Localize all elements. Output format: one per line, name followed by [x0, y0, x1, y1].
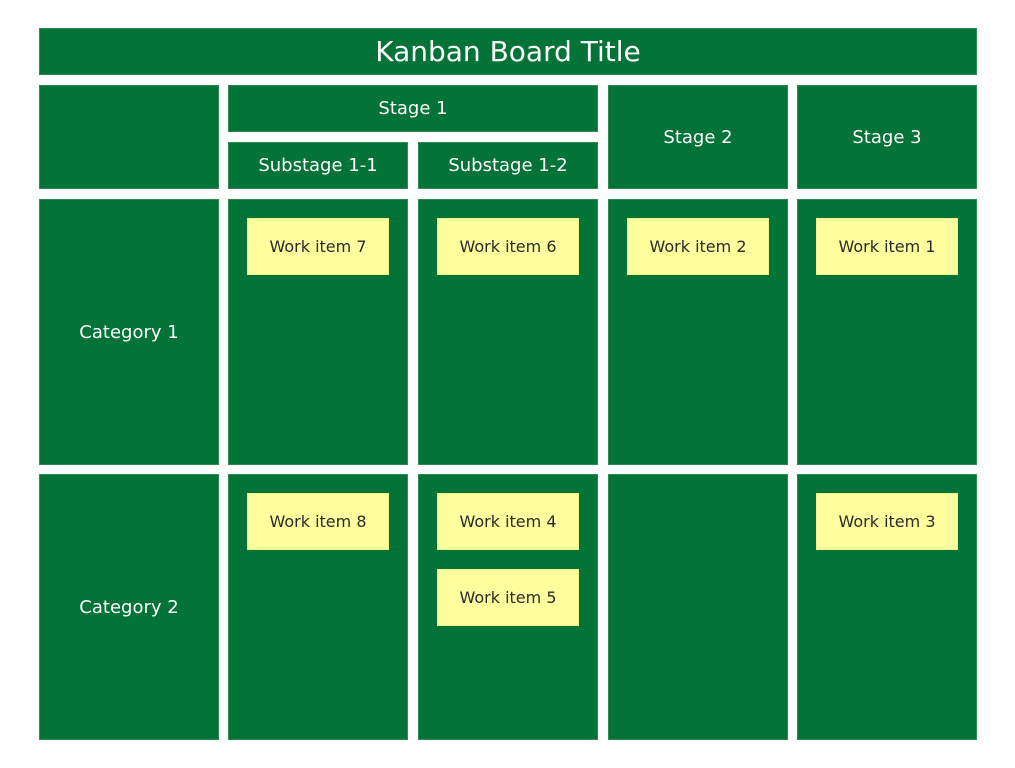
substage-1-2-header: Substage 1-2 — [418, 142, 598, 189]
stage-2-header: Stage 2 — [608, 85, 788, 189]
category-2-label: Category 2 — [39, 474, 219, 740]
work-item-card[interactable]: Work item 6 — [437, 218, 579, 275]
work-item-card[interactable]: Work item 5 — [437, 569, 579, 626]
work-item-card[interactable]: Work item 1 — [816, 218, 958, 275]
work-item-card[interactable]: Work item 2 — [627, 218, 769, 275]
substage-1-1-header: Substage 1-1 — [228, 142, 408, 189]
board-title: Kanban Board Title — [39, 28, 977, 75]
work-item-card[interactable]: Work item 8 — [247, 493, 389, 550]
stage-3-header: Stage 3 — [797, 85, 977, 189]
category-1-label: Category 1 — [39, 199, 219, 465]
work-item-card[interactable]: Work item 3 — [816, 493, 958, 550]
stage-1-header: Stage 1 — [228, 85, 598, 132]
cell-cat2-stage-2 — [608, 474, 788, 740]
corner-cell — [39, 85, 219, 189]
work-item-card[interactable]: Work item 4 — [437, 493, 579, 550]
work-item-card[interactable]: Work item 7 — [247, 218, 389, 275]
